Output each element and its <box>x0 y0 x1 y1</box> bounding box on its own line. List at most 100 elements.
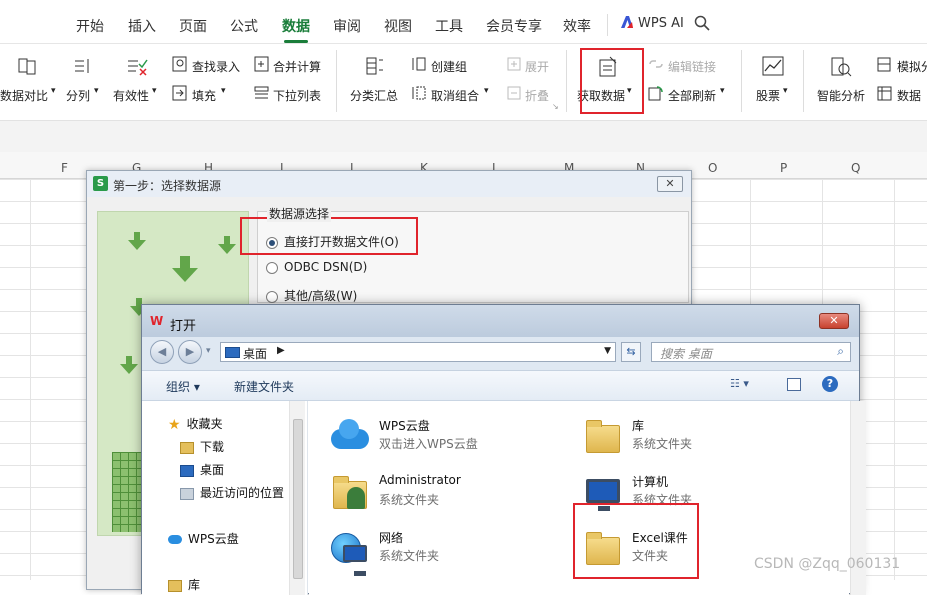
view-options-icon[interactable]: ☷ ▾ <box>730 377 766 395</box>
nav-desktop[interactable]: 桌面 <box>180 461 224 478</box>
close-button[interactable]: ✕ <box>657 176 683 192</box>
help-icon[interactable]: ? <box>822 376 838 392</box>
wps-ai-button[interactable]: WPS AI <box>638 16 684 31</box>
file-name: 库 <box>632 419 645 433</box>
forward-icon[interactable]: ▶ <box>178 340 202 364</box>
file-item-wps-cloud[interactable]: WPS云盘 双击进入WPS云盘 <box>329 415 559 459</box>
stocks-button[interactable]: 股票 <box>756 87 780 104</box>
stocks-icon <box>762 56 784 80</box>
close-button[interactable]: ✕ <box>819 313 849 329</box>
data-compare-button[interactable]: 数据对比 <box>0 87 48 104</box>
library-icon <box>168 579 182 592</box>
nav-downloads-label: 下载 <box>200 440 225 454</box>
nav-scrollbar[interactable] <box>289 401 305 595</box>
simulate-button[interactable]: 模拟分 <box>897 58 927 75</box>
option-odbc-dsn[interactable]: ODBC DSN(D) <box>266 260 367 274</box>
pivot-button[interactable]: 数据 <box>897 87 921 104</box>
nav-wps-cloud[interactable]: WPS云盘 <box>168 530 239 547</box>
tab-view[interactable]: 视图 <box>384 16 412 36</box>
address-bar[interactable]: 桌面 ▶ ▼ <box>220 342 616 362</box>
organize-button[interactable]: 组织 ▾ <box>166 378 200 395</box>
open-file-highlight <box>240 217 418 255</box>
radio-unselected[interactable] <box>266 290 278 303</box>
spreadsheet-illustration-icon <box>112 452 142 532</box>
create-group-button[interactable]: 创建组 <box>431 58 467 75</box>
validity-icon <box>126 56 148 80</box>
refresh-all-dropdown-icon[interactable]: ▾ <box>720 86 725 96</box>
file-item-library[interactable]: 库 系统文件夹 <box>582 415 812 459</box>
address-text: 桌面 <box>243 347 268 361</box>
open-dialog-title: 打开 <box>170 319 197 334</box>
radio-unselected[interactable] <box>266 261 278 274</box>
fill-button[interactable]: 填充 <box>192 87 216 104</box>
stocks-dropdown-icon[interactable]: ▾ <box>783 86 788 96</box>
breadcrumb-arrow-icon[interactable]: ▶ <box>277 345 285 356</box>
nav-downloads[interactable]: 下载 <box>180 438 224 455</box>
down-arrow-icon <box>218 236 236 254</box>
file-item-network[interactable]: 网络 系统文件夹 <box>329 527 559 576</box>
new-folder-button[interactable]: 新建文件夹 <box>234 378 294 395</box>
tab-page[interactable]: 页面 <box>179 16 207 36</box>
compare-dropdown-icon[interactable]: ▾ <box>51 86 56 96</box>
history-dropdown-icon[interactable]: ▾ <box>206 346 211 356</box>
search-icon[interactable] <box>694 15 710 35</box>
dropdown-list-icon <box>254 85 270 105</box>
subtotal-button[interactable]: 分类汇总 <box>350 87 398 104</box>
preview-pane-icon[interactable] <box>787 378 801 391</box>
nav-favorites-label: 收藏夹 <box>186 417 223 431</box>
smart-analysis-button[interactable]: 智能分析 <box>817 87 865 104</box>
scrollbar-thumb[interactable] <box>293 419 303 579</box>
address-row: ◀ ▶ ▾ 桌面 ▶ ▼ ⇆ 搜索 桌面 ⌕ <box>142 337 859 371</box>
refresh-all-button[interactable]: 全部刷新 <box>668 87 716 104</box>
expand-button[interactable]: 展开 <box>525 58 549 75</box>
col-header-f[interactable]: F <box>61 161 68 175</box>
validity-dropdown-icon[interactable]: ▾ <box>152 86 157 96</box>
tab-member[interactable]: 会员专享 <box>486 16 542 36</box>
col-header-o[interactable]: O <box>708 161 717 175</box>
file-desc: 系统文件夹 <box>379 493 440 507</box>
split-button[interactable]: 分列 <box>66 87 90 104</box>
nav-library[interactable]: 库 <box>168 576 200 593</box>
tab-formula[interactable]: 公式 <box>230 16 258 36</box>
ungroup-button[interactable]: 取消组合 <box>431 87 479 104</box>
col-header-q[interactable]: Q <box>851 161 860 175</box>
refresh-icon[interactable]: ⇆ <box>621 342 641 362</box>
edit-links-icon <box>648 57 664 75</box>
tab-insert[interactable]: 插入 <box>128 16 156 36</box>
down-arrow-icon <box>172 256 198 282</box>
ribbon-divider <box>741 50 742 112</box>
col-header-p[interactable]: P <box>780 161 787 175</box>
option-advanced[interactable]: 其他/高级(W) <box>266 287 357 304</box>
tab-efficiency[interactable]: 效率 <box>563 16 591 36</box>
back-icon[interactable]: ◀ <box>150 340 174 364</box>
address-dropdown-icon[interactable]: ▼ <box>604 346 611 356</box>
tab-data[interactable]: 数据 <box>282 16 310 43</box>
file-item-administrator[interactable]: Administrator 系统文件夹 <box>329 471 559 515</box>
edit-links-button[interactable]: 编辑链接 <box>668 58 716 75</box>
fill-dropdown-icon[interactable]: ▾ <box>221 86 226 96</box>
dialog-launcher-icon[interactable]: ↘ <box>552 102 559 111</box>
nav-favorites[interactable]: ★ 收藏夹 <box>168 415 223 432</box>
tab-tools[interactable]: 工具 <box>435 16 463 36</box>
ribbon-divider <box>336 50 337 112</box>
dropdown-list-button[interactable]: 下拉列表 <box>273 87 321 104</box>
down-arrow-icon <box>120 356 138 374</box>
ribbon-data: 查找录入 填充 ▾ 合并计算 下拉列表 数据对比 分列 有效性 分类汇总 创建组… <box>0 44 927 120</box>
get-data-highlight <box>580 48 644 114</box>
lookup-entry-button[interactable]: 查找录入 <box>192 58 240 75</box>
menu-bar: 开始 插入 页面 公式 数据 审阅 视图 工具 会员专享 效率 WPS AI <box>0 0 927 44</box>
search-placeholder: 搜索 桌面 <box>660 347 712 361</box>
ungroup-dropdown-icon[interactable]: ▾ <box>484 86 489 96</box>
file-desc: 双击进入WPS云盘 <box>379 437 478 451</box>
desktop-icon <box>225 347 240 358</box>
tab-review[interactable]: 审阅 <box>333 16 361 36</box>
search-icon[interactable]: ⌕ <box>837 344 844 359</box>
search-input[interactable]: 搜索 桌面 ⌕ <box>651 342 851 362</box>
split-dropdown-icon[interactable]: ▾ <box>94 86 99 96</box>
collapse-button[interactable]: 折叠 <box>525 87 549 104</box>
validity-button[interactable]: 有效性 <box>113 87 149 104</box>
merge-calc-button[interactable]: 合并计算 <box>273 58 321 75</box>
ribbon-divider <box>566 50 567 112</box>
tab-home[interactable]: 开始 <box>76 16 104 36</box>
nav-recent[interactable]: 最近访问的位置 <box>180 484 284 501</box>
